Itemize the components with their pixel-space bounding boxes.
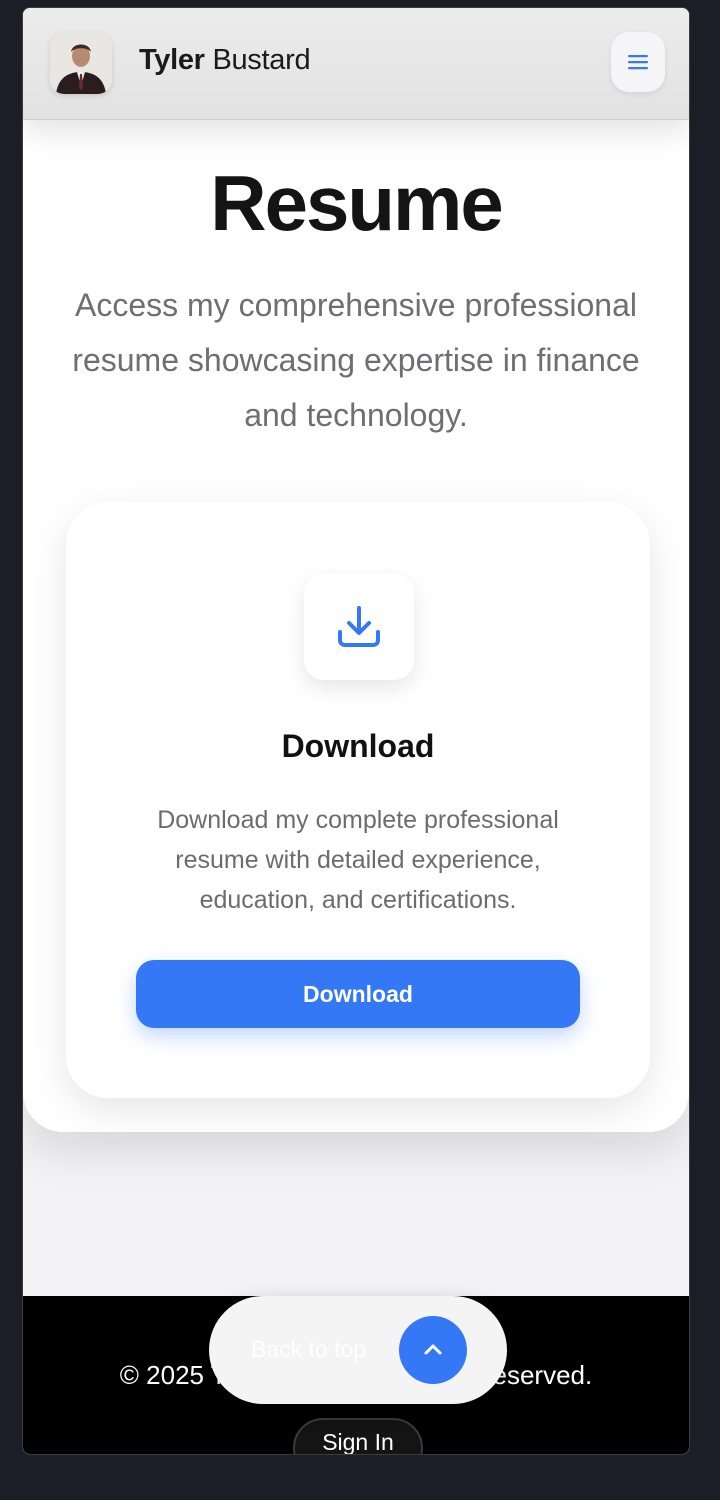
sign-in-button[interactable]: Sign In	[293, 1418, 423, 1454]
browser-viewport: Tyler Bustard Resume Access my comprehen…	[22, 7, 690, 1455]
download-card: Download Download my complete profession…	[66, 502, 650, 1098]
page-intro: Access my comprehensive professional res…	[72, 287, 640, 433]
brand-first-name: Tyler	[139, 44, 205, 76]
site-header: Tyler Bustard	[23, 8, 689, 120]
download-icon-box	[304, 574, 414, 680]
card-title: Download	[281, 728, 435, 764]
download-button[interactable]: Download	[136, 960, 580, 1028]
scroll-up-button[interactable]	[399, 1316, 467, 1384]
resume-section: Resume Access my comprehensive professio…	[23, 116, 689, 1132]
menu-button[interactable]	[611, 32, 665, 92]
hamburger-icon	[628, 55, 648, 70]
profile-photo	[50, 32, 112, 94]
back-to-top-label: Back to top	[251, 1336, 367, 1362]
avatar[interactable]	[50, 32, 112, 94]
chevron-up-icon	[424, 1344, 442, 1355]
brand-last-name: Bustard	[212, 44, 311, 76]
page-title: Resume	[210, 159, 503, 247]
card-description: Download my complete professional resume…	[157, 806, 559, 914]
back-to-top-button[interactable]: Back to top	[209, 1296, 507, 1404]
download-icon	[338, 606, 380, 647]
site-brand[interactable]: Tyler Bustard	[139, 44, 311, 77]
